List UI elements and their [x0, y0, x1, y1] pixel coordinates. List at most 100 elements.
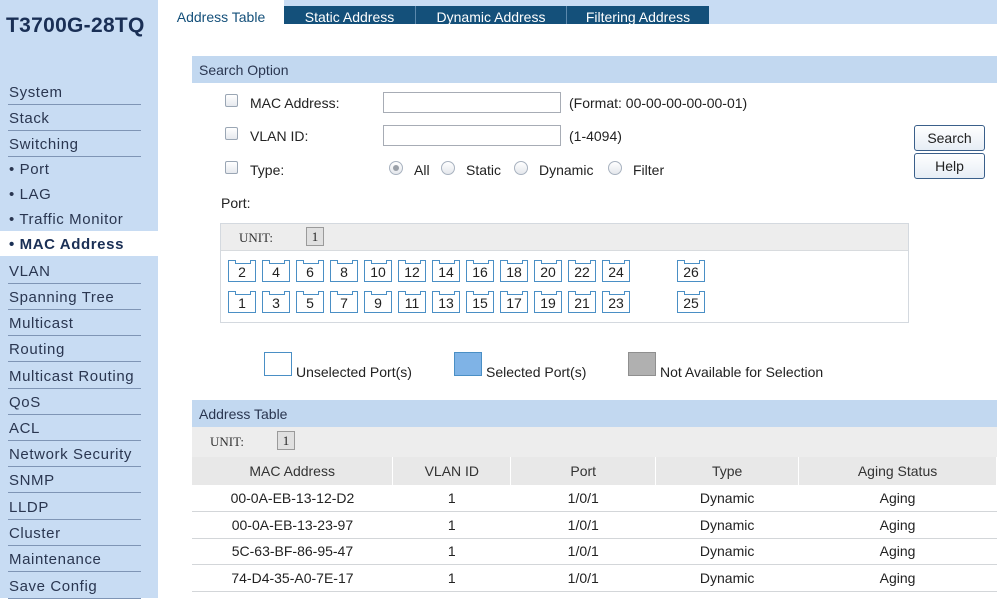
- unit-label: UNIT:: [239, 230, 274, 245]
- sidebar-item-system[interactable]: System: [0, 79, 158, 105]
- search-option-header: Search Option: [192, 56, 997, 83]
- port-button[interactable]: 23: [602, 291, 630, 313]
- table-unit-label: UNIT:: [210, 434, 245, 449]
- port-button[interactable]: 2: [228, 260, 256, 282]
- address-table-title: Address Table: [199, 406, 288, 422]
- sidebar-item-lag[interactable]: • LAG: [0, 181, 158, 207]
- port-button[interactable]: 12: [398, 260, 426, 282]
- column-header-aging-status: Aging Status: [798, 457, 997, 485]
- tab-filtering-address[interactable]: Filtering Address: [567, 6, 709, 24]
- sidebar-item-save-config[interactable]: Save Config: [0, 573, 158, 599]
- port-button[interactable]: 26: [677, 260, 705, 282]
- sidebar-item-stack[interactable]: Stack: [0, 105, 158, 131]
- sidebar-item-qos[interactable]: QoS: [0, 389, 158, 415]
- sidebar-item-label: Stack: [9, 110, 50, 127]
- port-button[interactable]: 14: [432, 260, 460, 282]
- port-button[interactable]: 18: [500, 260, 528, 282]
- sidebar-item-routing[interactable]: Routing: [0, 336, 158, 362]
- vlan-id-input[interactable]: [383, 125, 561, 146]
- unit-button[interactable]: 1: [306, 227, 324, 246]
- sidebar-item-label: SNMP: [9, 472, 55, 489]
- table-cell: Aging: [798, 485, 997, 512]
- legend-selected: Selected Port(s): [486, 364, 587, 380]
- port-button[interactable]: 5: [296, 291, 324, 313]
- table-cell: Dynamic: [655, 564, 799, 592]
- table-unit-button[interactable]: 1: [277, 431, 295, 450]
- table-cell: 1/0/1: [510, 564, 656, 592]
- sidebar-item-maintenance[interactable]: Maintenance: [0, 546, 158, 572]
- sidebar-item-switching[interactable]: Switching: [0, 131, 158, 157]
- selected-port-icon: [454, 352, 482, 376]
- sidebar-item-acl[interactable]: ACL: [0, 415, 158, 441]
- sidebar-item-label: Multicast: [9, 315, 74, 332]
- port-button[interactable]: 9: [364, 291, 392, 313]
- type-checkbox[interactable]: [225, 161, 238, 174]
- port-button[interactable]: 25: [677, 291, 705, 313]
- table-cell: 00-0A-EB-13-12-D2: [192, 485, 393, 512]
- sidebar-item-label: VLAN: [9, 263, 51, 280]
- sidebar-item-multicast[interactable]: Multicast: [0, 310, 158, 336]
- table-cell: 1: [392, 485, 511, 512]
- port-button[interactable]: 16: [466, 260, 494, 282]
- port-button[interactable]: 22: [568, 260, 596, 282]
- port-button[interactable]: 13: [432, 291, 460, 313]
- vlan-range-hint: (1-4094): [569, 128, 622, 144]
- port-button[interactable]: 8: [330, 260, 358, 282]
- port-button[interactable]: 17: [500, 291, 528, 313]
- port-button[interactable]: 20: [534, 260, 562, 282]
- sidebar-item-spanning-tree[interactable]: Spanning Tree: [0, 284, 158, 310]
- type-option-all: All: [414, 162, 430, 178]
- address-table-header: Address Table: [192, 400, 997, 427]
- sidebar-item-lldp[interactable]: LLDP: [0, 494, 158, 520]
- port-button[interactable]: 11: [398, 291, 426, 313]
- mac-address-checkbox[interactable]: [225, 94, 238, 107]
- column-header-type: Type: [655, 457, 800, 485]
- help-button[interactable]: Help: [914, 153, 985, 179]
- port-button[interactable]: 7: [330, 291, 358, 313]
- legend-unselected: Unselected Port(s): [296, 364, 412, 380]
- unavailable-port-icon: [628, 352, 656, 376]
- port-button[interactable]: 1: [228, 291, 256, 313]
- table-cell: Dynamic: [655, 538, 799, 565]
- table-row: 5C-63-BF-86-95-47 1 1/0/1 Dynamic Aging: [192, 538, 997, 565]
- port-button[interactable]: 3: [262, 291, 290, 313]
- port-button[interactable]: 19: [534, 291, 562, 313]
- column-header-vlan-id: VLAN ID: [392, 457, 512, 485]
- port-button[interactable]: 24: [602, 260, 630, 282]
- port-button[interactable]: 4: [262, 260, 290, 282]
- table-unit-bar: UNIT: 1: [192, 427, 997, 457]
- tab-dynamic-address[interactable]: Dynamic Address: [416, 6, 566, 24]
- sidebar-item-network-security[interactable]: Network Security: [0, 441, 158, 467]
- sidebar-item-multicast-routing[interactable]: Multicast Routing: [0, 363, 158, 389]
- port-button[interactable]: 10: [364, 260, 392, 282]
- sidebar-item-label: • MAC Address: [9, 236, 125, 253]
- sidebar-item-vlan[interactable]: VLAN: [0, 258, 158, 284]
- type-radio-static[interactable]: [441, 161, 455, 175]
- type-radio-filter[interactable]: [608, 161, 622, 175]
- sidebar-item-label: Multicast Routing: [9, 368, 135, 385]
- table-cell: Dynamic: [655, 511, 799, 539]
- port-button[interactable]: 6: [296, 260, 324, 282]
- sidebar-item-mac-address[interactable]: • MAC Address: [0, 231, 158, 256]
- tab-address-table[interactable]: Address Table: [158, 0, 284, 26]
- type-radio-all[interactable]: [389, 161, 403, 175]
- port-button[interactable]: 15: [466, 291, 494, 313]
- tab-static-address[interactable]: Static Address: [284, 6, 415, 24]
- sidebar-item-label: Spanning Tree: [9, 289, 115, 306]
- sidebar-item-port[interactable]: • Port: [0, 156, 158, 182]
- sidebar-item-snmp[interactable]: SNMP: [0, 467, 158, 493]
- sidebar-item-label: Routing: [9, 341, 65, 358]
- sidebar-item-label: • Port: [9, 161, 50, 178]
- port-button[interactable]: 21: [568, 291, 596, 313]
- sidebar-item-traffic-monitor[interactable]: • Traffic Monitor: [0, 206, 158, 232]
- type-radio-dynamic[interactable]: [514, 161, 528, 175]
- unselected-port-icon: [264, 352, 292, 376]
- mac-address-input[interactable]: [383, 92, 561, 113]
- table-cell: 1: [392, 511, 511, 539]
- search-button[interactable]: Search: [914, 125, 985, 151]
- table-cell: 1: [392, 564, 511, 592]
- table-row: 74-D4-35-A0-7E-17 1 1/0/1 Dynamic Aging: [192, 564, 997, 592]
- type-option-dynamic: Dynamic: [539, 162, 594, 178]
- vlan-id-checkbox[interactable]: [225, 127, 238, 140]
- sidebar-item-cluster[interactable]: Cluster: [0, 520, 158, 546]
